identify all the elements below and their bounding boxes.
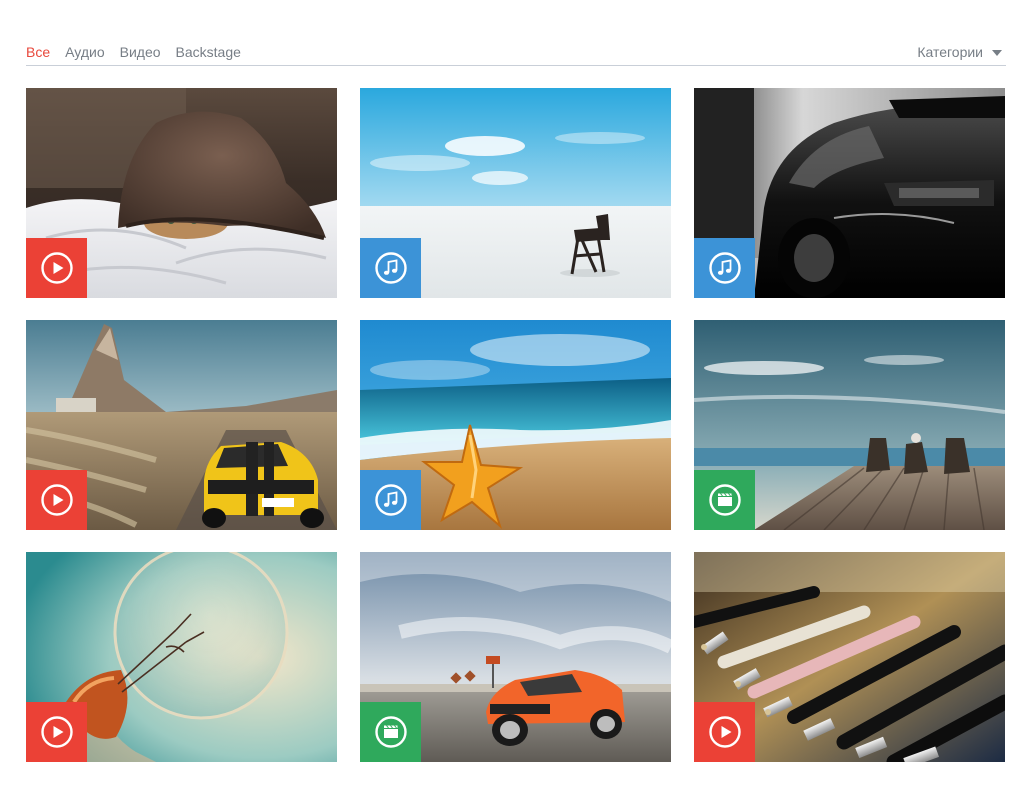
media-card-beach-chair[interactable] bbox=[360, 88, 671, 298]
media-card-yellow-camaro[interactable] bbox=[26, 320, 337, 530]
media-card-deck-chairs-sea[interactable] bbox=[694, 320, 1005, 530]
backstage-badge bbox=[360, 702, 421, 762]
video-badge bbox=[26, 238, 87, 298]
tab-all[interactable]: Все bbox=[26, 43, 50, 61]
filter-tabs: Все Аудио Видео Backstage bbox=[26, 43, 241, 61]
clapperboard-icon bbox=[708, 484, 741, 516]
tab-backstage[interactable]: Backstage bbox=[176, 43, 241, 61]
video-badge bbox=[694, 702, 755, 762]
media-card-orange-muscle-car[interactable] bbox=[360, 552, 671, 762]
page: Все Аудио Видео Backstage Категории bbox=[0, 0, 1036, 796]
backstage-badge bbox=[694, 470, 755, 530]
tab-video[interactable]: Видео bbox=[120, 43, 161, 61]
chevron-down-icon bbox=[992, 49, 1002, 56]
media-card-black-sports-car[interactable] bbox=[694, 88, 1005, 298]
music-note-icon bbox=[708, 252, 741, 284]
play-icon bbox=[40, 716, 73, 748]
play-icon bbox=[40, 484, 73, 516]
categories-dropdown[interactable]: Категории bbox=[917, 43, 1002, 61]
media-grid bbox=[26, 88, 1006, 762]
categories-label: Категории bbox=[917, 44, 983, 60]
music-note-icon bbox=[374, 252, 407, 284]
tab-audio[interactable]: Аудио bbox=[65, 43, 105, 61]
audio-badge bbox=[694, 238, 755, 298]
media-card-light-bulb[interactable] bbox=[26, 552, 337, 762]
media-card-kitten-in-hat[interactable] bbox=[26, 88, 337, 298]
play-icon bbox=[708, 716, 741, 748]
clapperboard-icon bbox=[374, 716, 407, 748]
filter-bar: Все Аудио Видео Backstage Категории bbox=[26, 43, 1006, 66]
play-icon bbox=[40, 252, 73, 284]
audio-badge bbox=[360, 470, 421, 530]
music-note-icon bbox=[374, 484, 407, 516]
video-badge bbox=[26, 470, 87, 530]
audio-badge bbox=[360, 238, 421, 298]
media-card-audio-jacks[interactable] bbox=[694, 552, 1005, 762]
media-card-starfish-beach[interactable] bbox=[360, 320, 671, 530]
video-badge bbox=[26, 702, 87, 762]
